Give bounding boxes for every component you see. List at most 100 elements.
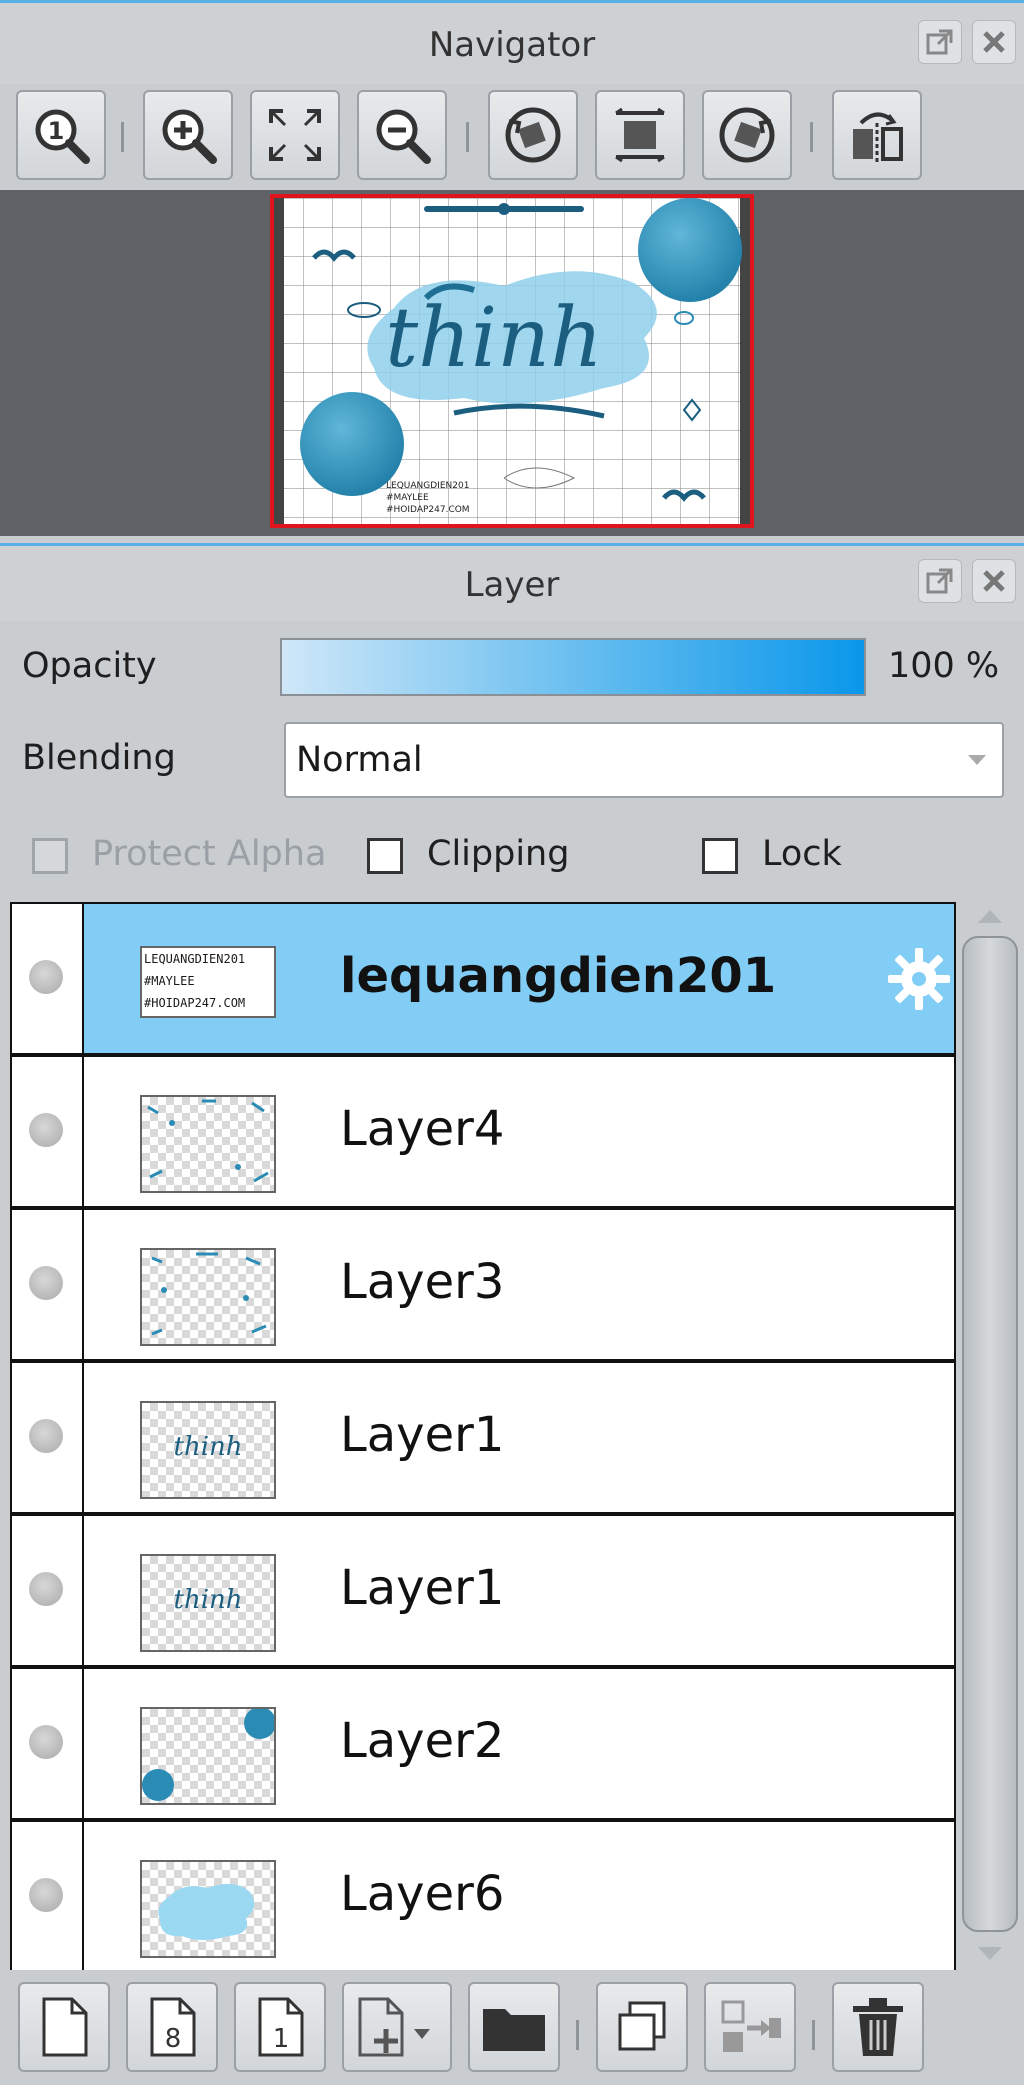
new-layer-button[interactable] <box>18 1982 110 2072</box>
flip-horizontal-button[interactable] <box>832 90 922 180</box>
visibility-toggle[interactable] <box>12 1057 84 1206</box>
rotate-right-icon <box>719 107 775 163</box>
svg-text:1: 1 <box>273 2024 290 2054</box>
layer-row[interactable]: Layer2 <box>10 1667 956 1820</box>
chevron-down-icon <box>968 755 986 765</box>
preview-artwork-text: thinh <box>385 291 603 386</box>
fit-screen-icon <box>269 109 321 161</box>
protect-alpha-label: Protect Alpha <box>92 834 327 874</box>
scroll-up-arrow-icon[interactable] <box>976 906 1004 926</box>
opacity-value: 100 % <box>888 646 1000 686</box>
layer-close-button[interactable] <box>972 559 1016 603</box>
thumb-balloons-image <box>142 1709 274 1801</box>
zoom-in-icon <box>162 109 217 164</box>
new-1bit-layer-icon: 1 <box>258 1997 304 2057</box>
merge-down-button[interactable] <box>704 1982 796 2072</box>
layer-row[interactable]: Layer4 <box>10 1055 956 1208</box>
layer-row[interactable]: LEQUANGDIEN201 #MAYLEE #HOIDAP247.COM le… <box>10 902 956 1055</box>
trash-icon <box>853 1998 903 2056</box>
lock-label: Lock <box>762 834 842 874</box>
layer-thumbnail: LEQUANGDIEN201 #MAYLEE #HOIDAP247.COM <box>140 946 276 1018</box>
opacity-slider[interactable] <box>280 638 866 696</box>
add-layer-menu-icon <box>358 1997 430 2057</box>
navigator-view-rectangle[interactable]: thinh LEQUANGDIEN201 #MAYLEE #HOIDAP247.… <box>270 194 754 528</box>
rotate-left-button[interactable] <box>488 90 578 180</box>
layer-float-button[interactable] <box>918 559 962 603</box>
layer-row[interactable]: Layer6 <box>10 1820 956 1970</box>
layer-thumbnail <box>140 1248 276 1346</box>
layer-row[interactable]: thinh Layer1 <box>10 1514 956 1667</box>
visibility-dot-icon <box>29 1266 63 1300</box>
new-8bit-layer-button[interactable]: 8 <box>126 1982 218 2072</box>
duplicate-layer-icon <box>618 2001 666 2051</box>
layer-settings-gear-icon[interactable] <box>884 944 954 1014</box>
layer-thumbnail: thinh <box>140 1401 276 1499</box>
visibility-toggle[interactable] <box>12 1822 84 1970</box>
thumb-decor-image <box>151 1252 267 1336</box>
popout-icon <box>926 29 953 55</box>
layer-toolbar: 8 1 <box>0 1970 1024 2085</box>
visibility-dot-icon <box>29 1419 63 1453</box>
layer-name: Layer1 <box>340 1407 505 1463</box>
fit-screen-button[interactable] <box>250 90 340 180</box>
layer-thumbnail: thinh <box>140 1554 276 1652</box>
rotate-right-button[interactable] <box>702 90 792 180</box>
thumb-text-line: #HOIDAP247.COM <box>144 996 246 1010</box>
navigator-close-button[interactable] <box>972 20 1016 64</box>
reset-rotation-button[interactable] <box>595 90 685 180</box>
layer-title: Layer <box>464 565 560 605</box>
reset-rotation-icon <box>615 107 665 163</box>
merge-down-icon <box>721 2000 781 2052</box>
navigator-toolbar: 1 <box>0 84 1024 190</box>
blending-select[interactable]: Normal <box>284 722 1004 798</box>
zoom-out-icon <box>376 109 431 164</box>
layer-row[interactable]: thinh Layer1 <box>10 1361 956 1514</box>
new-8bit-layer-icon: 8 <box>150 1997 196 2057</box>
layer-scroll-thumb[interactable] <box>962 936 1018 1932</box>
clipping-checkbox[interactable] <box>367 838 403 874</box>
thumb-decor-image <box>147 1099 269 1183</box>
navigator-header: Navigator <box>0 0 1024 84</box>
zoom-in-button[interactable] <box>143 90 233 180</box>
visibility-dot-icon <box>29 960 63 994</box>
preview-credit-line-3: #HOIDAP247.COM <box>386 505 470 515</box>
preview-credit-line-1: LEQUANGDIEN201 <box>386 481 469 491</box>
blending-label: Blending <box>22 738 176 778</box>
thumb-artwork-text: thinh <box>173 1585 243 1615</box>
layer-name: Layer3 <box>340 1254 505 1310</box>
zoom-out-button[interactable] <box>357 90 447 180</box>
navigator-float-button[interactable] <box>918 20 962 64</box>
layer-name: lequangdien201 <box>340 948 777 1004</box>
opacity-label: Opacity <box>22 646 157 686</box>
new-1bit-layer-button[interactable]: 1 <box>234 1982 326 2072</box>
preview-credit-line-2: #MAYLEE <box>386 493 429 503</box>
blending-value: Normal <box>296 740 423 780</box>
delete-layer-button[interactable] <box>832 1982 924 2072</box>
visibility-toggle[interactable] <box>12 1363 84 1512</box>
duplicate-layer-button[interactable] <box>596 1982 688 2072</box>
opacity-slider-fill <box>282 640 864 694</box>
thumb-artwork-text: thinh <box>173 1432 243 1462</box>
navigator-title: Navigator <box>428 25 596 65</box>
svg-text:1: 1 <box>48 117 65 145</box>
visibility-toggle[interactable] <box>12 1669 84 1818</box>
zoom-actual-button[interactable]: 1 <box>16 90 106 180</box>
visibility-toggle[interactable] <box>12 1210 84 1359</box>
new-folder-button[interactable] <box>468 1982 560 2072</box>
layer-name: Layer6 <box>340 1866 505 1922</box>
visibility-toggle[interactable] <box>12 904 84 1053</box>
navigator-preview[interactable]: thinh LEQUANGDIEN201 #MAYLEE #HOIDAP247.… <box>0 190 1024 536</box>
svg-text:8: 8 <box>165 2024 182 2054</box>
flip-horizontal-icon <box>853 112 903 163</box>
popout-icon <box>926 568 953 594</box>
visibility-toggle[interactable] <box>12 1516 84 1665</box>
thumb-text-line: LEQUANGDIEN201 <box>144 952 246 966</box>
scroll-down-arrow-icon[interactable] <box>976 1944 1004 1964</box>
protect-alpha-checkbox[interactable] <box>32 838 68 874</box>
lock-checkbox[interactable] <box>702 838 738 874</box>
layer-name: Layer4 <box>340 1101 505 1157</box>
add-layer-menu-button[interactable] <box>342 1982 452 2072</box>
visibility-dot-icon <box>29 1725 63 1759</box>
close-icon <box>983 31 1005 53</box>
layer-row[interactable]: Layer3 <box>10 1208 956 1361</box>
